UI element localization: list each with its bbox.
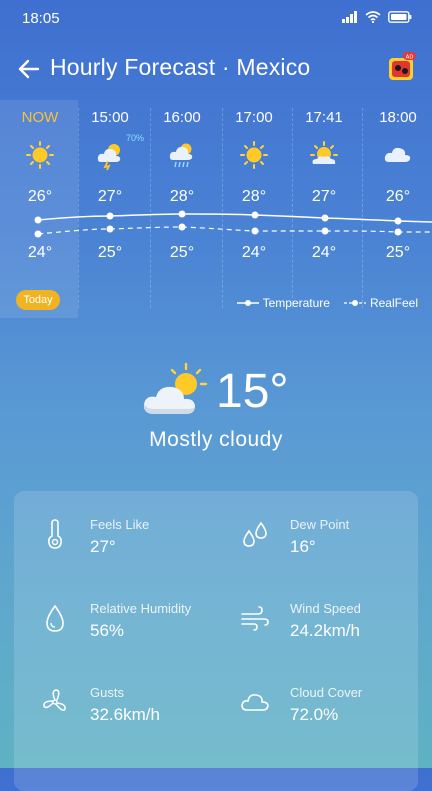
signal-icon: [342, 11, 357, 23]
temperature-point: [321, 214, 329, 222]
detail-value: 32.6km/h: [90, 705, 160, 724]
detail-label: Feels Like: [90, 517, 150, 532]
dew-drops-icon: [243, 521, 267, 547]
chart-legend: Temperature RealFeel: [236, 296, 418, 310]
detail-label: Gusts: [90, 685, 124, 700]
realfeel-point: [178, 223, 186, 231]
detail-value: 72.0%: [290, 705, 339, 724]
temperature-point: [106, 212, 114, 220]
legend-realfeel-label: RealFeel: [369, 296, 418, 310]
temperature-point: [34, 216, 42, 224]
temperature-point: [394, 217, 402, 225]
game-ad-icon[interactable]: AD: [386, 52, 416, 82]
details-card: Feels Like 27° Dew Point 16° Relative Hu…: [14, 491, 418, 791]
realfeel-point: [251, 227, 259, 235]
humidity-drop-icon: [46, 604, 64, 632]
today-badge: Today: [16, 290, 60, 310]
current-conditions: 15° Mostly cloudy: [0, 358, 432, 468]
realfeel-point: [394, 228, 402, 236]
thermometer-icon: [48, 519, 62, 549]
detail-dew-point: Dew Point 16°: [214, 497, 404, 561]
battery-icon: [388, 11, 412, 23]
wifi-icon: [365, 11, 381, 23]
status-bar: 18:05: [0, 0, 432, 38]
cloud-outline-icon: [241, 694, 269, 711]
fan-icon: [43, 689, 66, 711]
legend-temperature-label: Temperature: [262, 296, 330, 310]
detail-label: Relative Humidity: [90, 601, 192, 616]
temperature-point: [251, 211, 259, 219]
realfeel-point: [321, 227, 329, 235]
detail-wind-speed: Wind Speed 24.2km/h: [214, 581, 404, 645]
detail-value: 56%: [90, 621, 125, 640]
detail-relative-humidity: Relative Humidity 56%: [14, 581, 204, 645]
detail-label: Cloud Cover: [290, 685, 363, 700]
detail-label: Wind Speed: [290, 601, 361, 616]
detail-gusts: Gusts 32.6km/h: [14, 665, 204, 729]
temperature-curves: [34, 210, 432, 238]
header: Hourly Forecast · Mexico AD: [0, 46, 432, 92]
page-title: Hourly Forecast · Mexico: [50, 54, 311, 80]
svg-text:AD: AD: [406, 54, 414, 60]
current-condition: Mostly cloudy: [149, 428, 283, 451]
temperature-line: [37, 213, 432, 223]
realfeel-point: [106, 225, 114, 233]
status-time: 18:05: [22, 10, 60, 27]
detail-value: 27°: [90, 537, 116, 556]
current-temperature: 15°: [216, 365, 289, 418]
detail-cloud-cover: Cloud Cover 72.0%: [214, 665, 404, 729]
back-arrow-icon[interactable]: [16, 56, 42, 82]
legend-temperature: Temperature: [236, 296, 330, 310]
detail-label: Dew Point: [290, 517, 350, 532]
partly-cloudy-icon: [143, 362, 208, 414]
detail-value: 16°: [290, 537, 316, 556]
legend-realfeel: RealFeel: [343, 296, 418, 310]
wind-icon: [241, 606, 269, 631]
realfeel-point: [34, 230, 42, 238]
detail-feels-like: Feels Like 27°: [14, 497, 204, 561]
dashed-line-marker-icon: [343, 300, 366, 306]
solid-line-marker-icon: [236, 300, 259, 306]
detail-value: 24.2km/h: [290, 621, 360, 640]
status-icons: [342, 11, 412, 23]
realfeel-line: [37, 226, 432, 235]
temperature-point: [178, 210, 186, 218]
hourly-forecast[interactable]: NOW 26° 24° 15:00 70% 27° 25° 16:00 28° …: [0, 100, 432, 318]
